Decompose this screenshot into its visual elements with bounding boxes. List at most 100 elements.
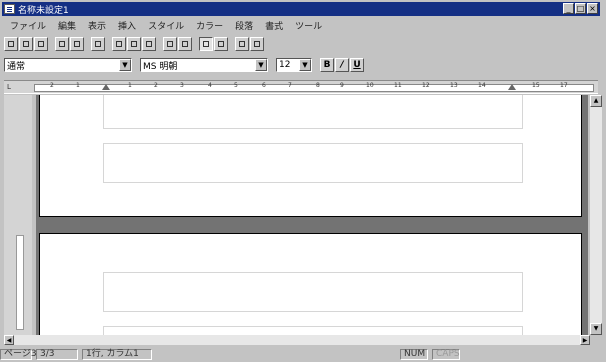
- save-disk-icon: [38, 41, 44, 47]
- ruler-tick: 12: [422, 82, 430, 89]
- close-button[interactable]: ×: [587, 3, 598, 14]
- chevron-down-icon[interactable]: ▼: [119, 59, 131, 71]
- vertical-scrollbar[interactable]: ▲ ▼: [590, 95, 602, 335]
- application-window: 名称未設定1 _ □ × ファイル 編集 表示 挿入 スタイル カラー 段落 書…: [0, 0, 606, 362]
- ruler-tick: 2: [50, 82, 54, 89]
- style-value: 通常: [7, 61, 26, 72]
- cut-icon: [116, 41, 122, 47]
- scroll-down-button[interactable]: ▼: [590, 323, 602, 335]
- ruler-tick: 5: [234, 82, 238, 89]
- ruler-tick: 6: [262, 82, 266, 89]
- status-page-label: ページ3: [0, 349, 37, 360]
- ruler-tick: 11: [394, 82, 402, 89]
- ruler-tick: 13: [450, 82, 458, 89]
- ruler-tick: 15: [532, 82, 540, 89]
- menu-insert[interactable]: 挿入: [112, 19, 142, 32]
- underline-button[interactable]: U: [350, 58, 364, 72]
- menu-bar: ファイル 編集 表示 挿入 スタイル カラー 段落 書式 ツール: [4, 18, 328, 32]
- show-marks-button[interactable]: [199, 37, 213, 51]
- document-page[interactable]: [39, 233, 582, 335]
- italic-button[interactable]: /: [335, 58, 349, 72]
- pilcrow-icon: [203, 41, 209, 47]
- zoom-icon: [239, 41, 245, 47]
- font-size-value: 12: [279, 60, 291, 70]
- left-indent-marker[interactable]: [102, 84, 110, 90]
- font-value: MS 明朝: [143, 61, 178, 72]
- print-button[interactable]: [91, 37, 105, 51]
- new-document-button[interactable]: [4, 37, 18, 51]
- status-caps-lock: CAPS: [432, 349, 460, 360]
- menu-view[interactable]: 表示: [82, 19, 112, 32]
- table-icon: [218, 41, 224, 47]
- ruler-tick: 10: [366, 82, 374, 89]
- text-frame[interactable]: [103, 143, 523, 183]
- ruler-tick: 14: [478, 82, 486, 89]
- redo-button[interactable]: [178, 37, 192, 51]
- document-page[interactable]: [39, 95, 582, 217]
- paste-button[interactable]: [142, 37, 156, 51]
- maximize-button[interactable]: □: [575, 3, 586, 14]
- text-frame[interactable]: [103, 95, 523, 129]
- menu-format[interactable]: 書式: [259, 19, 289, 32]
- vertical-ruler: [4, 95, 32, 335]
- frame-button[interactable]: [250, 37, 264, 51]
- menu-style[interactable]: スタイル: [142, 19, 190, 32]
- new-document-icon: [8, 41, 14, 47]
- ruler-tick: 17: [560, 82, 568, 89]
- text-frame[interactable]: [103, 272, 523, 312]
- ruler-tick: 1: [76, 82, 80, 89]
- document-area[interactable]: [36, 95, 588, 335]
- menu-color[interactable]: カラー: [190, 19, 229, 32]
- save-button[interactable]: [34, 37, 48, 51]
- format-toolbar: 通常 ▼ MS 明朝 ▼ 12 ▼ B / U: [4, 56, 365, 74]
- menu-paragraph[interactable]: 段落: [229, 19, 259, 32]
- print-preview-button[interactable]: [55, 37, 69, 51]
- text-frame[interactable]: [103, 326, 523, 335]
- print-icon: [95, 41, 101, 47]
- ruler-tick: 2: [154, 82, 158, 89]
- zoom-button[interactable]: [235, 37, 249, 51]
- ruler-tab-selector[interactable]: L: [7, 83, 11, 91]
- horizontal-scrollbar[interactable]: ◀ ▶: [4, 335, 590, 345]
- scroll-up-button[interactable]: ▲: [590, 95, 602, 107]
- spellcheck-button[interactable]: [70, 37, 84, 51]
- style-select[interactable]: 通常 ▼: [4, 58, 132, 72]
- spellcheck-icon: [74, 41, 80, 47]
- ruler-tick: 1: [128, 82, 132, 89]
- paste-icon: [146, 41, 152, 47]
- chevron-down-icon[interactable]: ▼: [299, 59, 311, 71]
- font-size-select[interactable]: 12 ▼: [276, 58, 312, 72]
- ruler-tick: 9: [340, 82, 344, 89]
- window-controls: _ □ ×: [563, 3, 598, 14]
- open-button[interactable]: [19, 37, 33, 51]
- standard-toolbar: [4, 34, 265, 54]
- ruler-tick: 8: [316, 82, 320, 89]
- copy-icon: [131, 41, 137, 47]
- bold-button[interactable]: B: [320, 58, 334, 72]
- scroll-right-button[interactable]: ▶: [580, 335, 590, 345]
- menu-file[interactable]: ファイル: [4, 19, 52, 32]
- redo-icon: [182, 41, 188, 47]
- cut-button[interactable]: [112, 37, 126, 51]
- menu-tools[interactable]: ツール: [289, 19, 328, 32]
- horizontal-ruler[interactable]: L 2 1 1 2 3 4 5 6 7 8 9 10 11 12 13 14 1…: [4, 80, 598, 94]
- status-cursor-position: 1行, カラム1: [82, 349, 152, 360]
- document-icon: [4, 4, 15, 14]
- vertical-ruler-scale: [16, 235, 24, 330]
- print-preview-icon: [59, 41, 65, 47]
- right-indent-marker[interactable]: [508, 84, 516, 90]
- copy-button[interactable]: [127, 37, 141, 51]
- frame-icon: [254, 41, 260, 47]
- menu-edit[interactable]: 編集: [52, 19, 82, 32]
- title-bar: 名称未設定1 _ □ ×: [2, 2, 600, 16]
- status-num-lock: NUM: [400, 349, 428, 360]
- status-bar: ページ3 3/3 1行, カラム1 NUM CAPS: [0, 347, 606, 362]
- minimize-button[interactable]: _: [563, 3, 574, 14]
- ruler-tick: 4: [208, 82, 212, 89]
- font-select[interactable]: MS 明朝 ▼: [140, 58, 268, 72]
- scroll-left-button[interactable]: ◀: [4, 335, 14, 345]
- ruler-tick: 3: [180, 82, 184, 89]
- chevron-down-icon[interactable]: ▼: [255, 59, 267, 71]
- table-button[interactable]: [214, 37, 228, 51]
- undo-button[interactable]: [163, 37, 177, 51]
